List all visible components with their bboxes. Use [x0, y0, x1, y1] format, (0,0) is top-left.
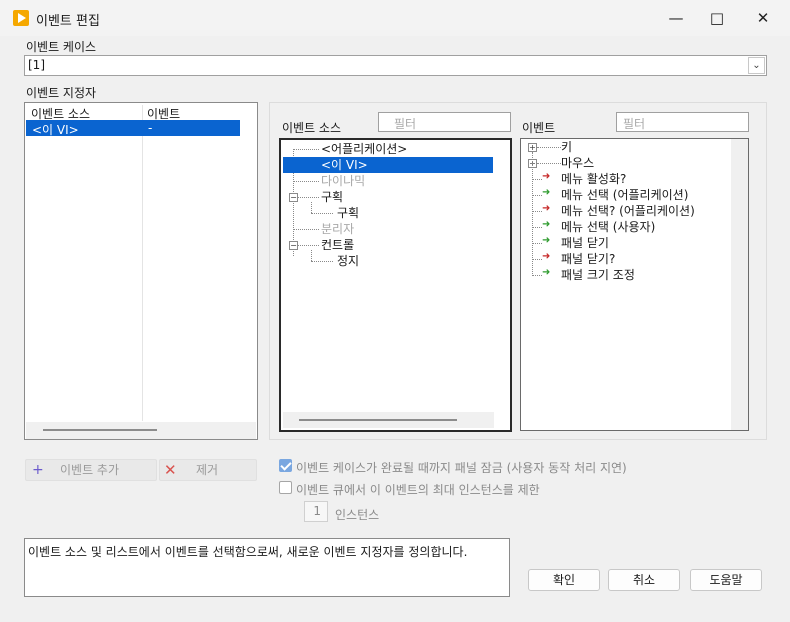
expand-icon[interactable]: + — [528, 143, 537, 152]
specifier-row-source: <이 VI> — [32, 123, 79, 137]
description-box: 이벤트 소스 및 리스트에서 이벤트를 선택함으로써, 새로운 이벤트 지정자를… — [24, 538, 510, 597]
tree-item-this-vi[interactable]: <이 VI> — [321, 157, 368, 173]
collapse-icon[interactable]: − — [289, 193, 298, 202]
event-filter-input[interactable]: 필터 — [616, 112, 749, 132]
ok-button[interactable]: 확인 — [528, 569, 600, 591]
event-item-menu-select-app-filter[interactable]: 메뉴 선택? (어플리케이션) — [561, 203, 695, 219]
plus-icon: + — [32, 462, 44, 478]
instances-input[interactable]: 1 — [304, 501, 328, 522]
event-item-menu-select-app[interactable]: 메뉴 선택 (어플리케이션) — [561, 187, 688, 203]
tree-item-pane-group[interactable]: 구획 — [321, 189, 343, 205]
maximize-icon[interactable]: □ — [697, 6, 737, 30]
filter-placeholder: 필터 — [394, 117, 417, 131]
tree-item-dynamic[interactable]: 다이나믹 — [321, 173, 365, 189]
notify-event-arrow-icon: ➜ — [542, 267, 551, 278]
specifier-row[interactable]: <이 VI> - — [26, 120, 240, 137]
window-title: 이벤트 편집 — [36, 14, 100, 29]
event-sources-label: 이벤트 소스 — [282, 121, 342, 135]
tree-item-application[interactable]: <어플리케이션> — [321, 141, 407, 157]
event-case-value: [1] — [28, 58, 45, 72]
event-case-label: 이벤트 케이스 — [26, 40, 97, 54]
lock-panel-label: 이벤트 케이스가 완료될 때까지 패널 잠금 (사용자 동작 처리 지연) — [296, 461, 627, 475]
filter-placeholder: 필터 — [623, 117, 646, 131]
close-icon[interactable]: ✕ — [743, 6, 783, 30]
tree-item-stop[interactable]: 정지 — [337, 253, 359, 269]
minimize-icon[interactable]: — — [656, 6, 696, 30]
specifier-row-event: - — [148, 121, 153, 135]
event-specifiers-list[interactable]: 이벤트 소스 이벤트 <이 VI> - — [24, 102, 258, 440]
labview-app-icon — [13, 10, 29, 26]
remove-x-icon: ✕ — [164, 461, 177, 479]
remove-button[interactable]: ✕ 제거 — [159, 459, 257, 481]
events-tree[interactable]: + 키 + 마우스 ➜ 메뉴 활성화? ➜ 메뉴 선택 (어플리케이션) ➜ 메… — [520, 138, 749, 431]
event-item-panel-resize[interactable]: 패널 크기 조정 — [561, 267, 635, 283]
filter-event-arrow-icon: ➜ — [542, 171, 551, 182]
remove-label: 제거 — [196, 463, 219, 477]
event-item-panel-close[interactable]: 패널 닫기 — [561, 235, 609, 251]
collapse-icon[interactable]: − — [289, 241, 298, 250]
notify-event-arrow-icon: ➜ — [542, 219, 551, 230]
cancel-button[interactable]: 취소 — [608, 569, 680, 591]
help-button[interactable]: 도움말 — [690, 569, 762, 591]
notify-event-arrow-icon: ➜ — [542, 187, 551, 198]
event-specifiers-label: 이벤트 지정자 — [26, 86, 97, 100]
chevron-down-icon[interactable]: ⌄ — [748, 57, 765, 74]
filter-event-arrow-icon: ➜ — [542, 203, 551, 214]
event-item-mouse[interactable]: 마우스 — [561, 155, 594, 171]
events-label: 이벤트 — [522, 121, 556, 135]
horizontal-scrollbar[interactable] — [43, 429, 157, 431]
event-item-menu-activation[interactable]: 메뉴 활성화? — [561, 171, 626, 187]
lock-panel-checkbox[interactable] — [279, 459, 292, 472]
tree-item-controls[interactable]: 컨트롤 — [321, 237, 354, 253]
event-item-panel-close-filter[interactable]: 패널 닫기? — [561, 251, 615, 267]
add-event-label: 이벤트 추가 — [60, 463, 120, 477]
event-sources-tree[interactable]: <어플리케이션> <이 VI> 다이나믹 − 구획 구획 분리자 − 컨트롤 정… — [279, 138, 512, 432]
limit-queue-checkbox[interactable] — [279, 481, 292, 494]
tree-item-this-vi-selected[interactable] — [283, 157, 493, 173]
event-item-key[interactable]: 키 — [561, 139, 572, 155]
event-case-select[interactable]: [1] ⌄ — [24, 55, 767, 76]
filter-event-arrow-icon: ➜ — [542, 251, 551, 262]
notify-event-arrow-icon: ➜ — [542, 235, 551, 246]
event-source-filter-input[interactable]: 필터 — [378, 112, 511, 132]
horizontal-scrollbar[interactable] — [299, 419, 457, 421]
instances-label: 인스턴스 — [335, 508, 380, 522]
limit-queue-label: 이벤트 큐에서 이 이벤트의 최대 인스턴스를 제한 — [296, 483, 540, 497]
description-text: 이벤트 소스 및 리스트에서 이벤트를 선택함으로써, 새로운 이벤트 지정자를… — [28, 545, 468, 559]
tree-item-splitter[interactable]: 분리자 — [321, 221, 354, 237]
add-event-button[interactable]: + 이벤트 추가 — [25, 459, 157, 481]
tree-item-pane[interactable]: 구획 — [337, 205, 359, 221]
event-item-menu-select-user[interactable]: 메뉴 선택 (사용자) — [561, 219, 655, 235]
